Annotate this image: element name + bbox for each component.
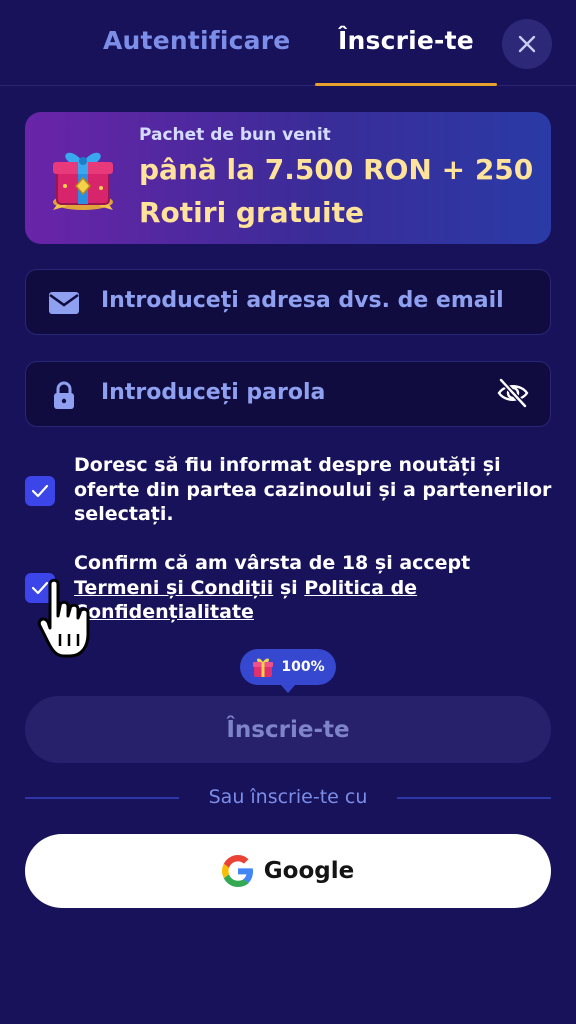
google-icon bbox=[221, 855, 253, 887]
register-submit-button[interactable]: Înscrie-te bbox=[25, 696, 551, 763]
tab-register[interactable]: Înscrie-te bbox=[338, 26, 474, 66]
hand-cursor-icon bbox=[37, 578, 90, 658]
divider-line-left bbox=[25, 797, 179, 799]
password-field[interactable]: Introduceți parola bbox=[25, 361, 551, 427]
tab-login[interactable]: Autentificare bbox=[103, 26, 290, 66]
terms-text-middle: și bbox=[273, 576, 305, 599]
banner-title: până la 7.500 RON + 250 Rotiri gratuite bbox=[139, 153, 534, 229]
google-button-label: Google bbox=[263, 858, 355, 884]
auth-tabs: Autentificare Înscrie-te bbox=[0, 0, 576, 86]
terms-consent-text: Confirm că am vârsta de 18 și accept Ter… bbox=[74, 551, 554, 625]
banner-subtitle: Pachet de bun venit bbox=[139, 125, 331, 145]
divider-text: Sau înscrie-te cu bbox=[208, 786, 368, 808]
password-placeholder: Introduceți parola bbox=[101, 380, 326, 405]
email-placeholder: Introduceți adresa dvs. de email bbox=[101, 288, 504, 313]
bonus-progress-badge: 100% bbox=[240, 649, 336, 693]
close-button[interactable] bbox=[502, 19, 552, 69]
checkmark-icon bbox=[31, 484, 49, 498]
active-tab-indicator bbox=[315, 83, 497, 86]
close-icon bbox=[518, 35, 536, 53]
envelope-icon bbox=[49, 292, 79, 314]
newsletter-consent-text: Doresc să fiu informat despre noutăți și… bbox=[74, 454, 552, 525]
google-signup-button[interactable]: Google bbox=[25, 834, 551, 908]
gift-icon bbox=[253, 658, 274, 677]
gift-box-icon bbox=[53, 152, 113, 210]
welcome-bonus-banner[interactable]: Pachet de bun venit până la 7.500 RON + … bbox=[25, 112, 551, 244]
email-field[interactable]: Introduceți adresa dvs. de email bbox=[25, 269, 551, 335]
terms-text-before: Confirm că am vârsta de 18 și accept bbox=[74, 552, 471, 574]
bonus-percent: 100% bbox=[281, 659, 325, 675]
lock-icon bbox=[54, 381, 74, 409]
eye-off-icon[interactable] bbox=[496, 376, 530, 410]
newsletter-checkbox[interactable] bbox=[25, 476, 55, 506]
divider-line-right bbox=[397, 797, 551, 799]
